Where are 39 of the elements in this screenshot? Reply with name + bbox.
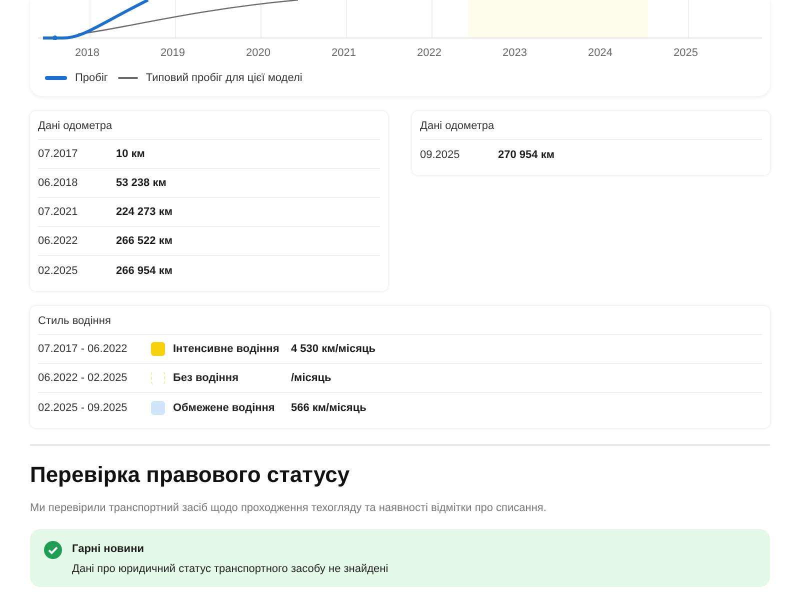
odometer-date: 02.2025 — [38, 264, 79, 276]
period-label: 07.2017 - 06.2022 — [38, 343, 128, 355]
style-rate: 566 км/місяць — [291, 402, 366, 414]
axis-label: 2021 — [332, 47, 357, 59]
odometer-value: 224 273 км — [116, 206, 172, 218]
axis-label: 2020 — [246, 47, 272, 59]
style-rate: /місяць — [291, 372, 332, 384]
odometer-date: 09.2025 — [420, 148, 461, 160]
section-description: Ми перевірили транспортний засіб щодо проходження техогляду та наявності відмітки про списання. — [30, 502, 548, 514]
card-title: Дані одометра — [38, 111, 380, 140]
notice-title: Гарні новини — [72, 543, 145, 555]
section-heading: Перевірка правового статусу — [30, 462, 351, 488]
odometer-value: 266 522 км — [116, 235, 172, 247]
legend-label: Типовий пробіг для цієї моделі — [146, 72, 302, 84]
notice-text: Дані про юридичний статус транспортного засобу не знайдені — [72, 563, 388, 575]
period-label: 06.2022 - 02.2025 — [38, 372, 128, 384]
axis-label: 2023 — [502, 47, 528, 59]
odometer-value: 266 954 км — [116, 264, 172, 276]
style-label: Інтенсивне водіння — [173, 343, 280, 355]
odometer-date: 06.2018 — [38, 177, 79, 189]
legend-label: Пробіг — [75, 72, 108, 84]
odometer-date: 07.2021 — [38, 206, 79, 218]
style-rate: 4 530 км/місяць — [291, 343, 376, 355]
card-title: Дані одометра — [420, 111, 762, 140]
style-label: Без водіння — [173, 372, 240, 384]
axis-label: 2018 — [75, 47, 100, 59]
odometer-value: 270 954 км — [498, 148, 554, 160]
axis-label: 2022 — [417, 47, 442, 59]
period-label: 02.2025 - 09.2025 — [38, 402, 128, 414]
odometer-date: 07.2017 — [38, 148, 79, 160]
odometer-value: 53 238 км — [116, 177, 166, 189]
odometer-value: 10 км — [116, 148, 145, 160]
axis-label: 2024 — [588, 47, 614, 59]
card-title: Стиль водіння — [38, 306, 762, 335]
axis-label: 2019 — [160, 47, 186, 59]
style-label: Обмежене водіння — [173, 402, 276, 414]
odometer-date: 06.2022 — [38, 235, 79, 247]
axis-label: 2025 — [674, 47, 699, 59]
check-icon — [44, 541, 62, 559]
